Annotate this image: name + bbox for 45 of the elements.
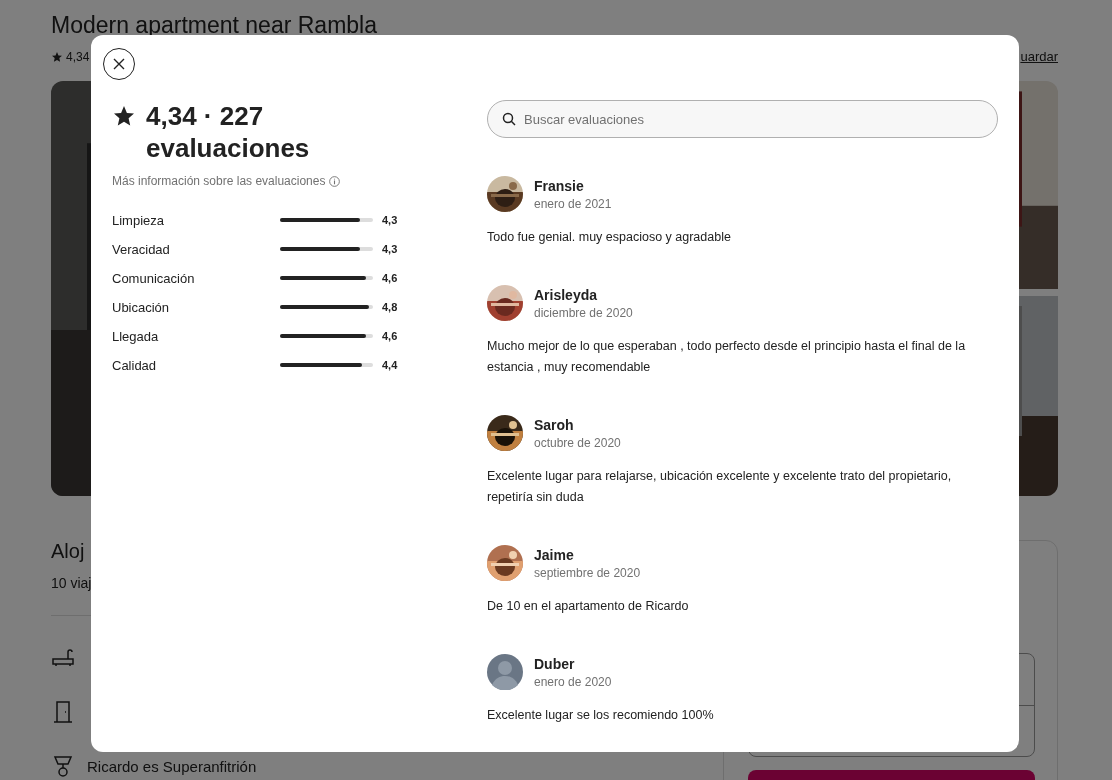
- info-link[interactable]: Más información sobre las evaluaciones: [112, 174, 326, 188]
- reviewer-name: Arisleyda: [534, 286, 599, 303]
- review-date: septiembre de 2020: [534, 565, 641, 580]
- reviewer-name: Jaime: [534, 546, 575, 563]
- star-icon: [51, 50, 63, 63]
- host-text: Ricardo es Superanfitrión: [87, 757, 257, 775]
- search-field[interactable]: Buscar evaluaciones: [487, 100, 998, 138]
- category-score: 4,6: [382, 272, 398, 284]
- info-icon[interactable]: [329, 175, 341, 187]
- review-date: enero de 2020: [534, 674, 612, 689]
- review-text: Excelente lugar se los recomiendo 100%: [487, 707, 715, 724]
- category-label: Veracidad: [112, 241, 171, 257]
- category-score: 4,8: [382, 301, 398, 313]
- close-button[interactable]: [103, 48, 135, 80]
- section-title: Aloj: [51, 540, 85, 563]
- review-date: enero de 2021: [534, 196, 612, 211]
- close-icon[interactable]: [113, 58, 125, 70]
- category-label: Calidad: [112, 357, 158, 373]
- section-subtitle: 10 viaj: [51, 575, 92, 591]
- rating-text: 4,34: [66, 49, 90, 64]
- category-score: 4,3: [382, 214, 398, 226]
- star-icon: [112, 104, 136, 128]
- category-score: 4,6: [382, 330, 398, 342]
- review-text: Excelente lugar para relajarse, ubicación excelente y excelente trato del propietario, repetiría sin duda: [487, 468, 953, 506]
- review-text: De 10 en el apartamento de Ricardo: [487, 598, 690, 615]
- reviewer-name: Saroh: [534, 416, 575, 433]
- category-label: Llegada: [112, 328, 160, 344]
- category-label: Ubicación: [112, 299, 171, 315]
- rating-heading: 4,34 · 227 evaluaciones: [146, 100, 310, 164]
- review-date: octubre de 2020: [534, 435, 621, 450]
- save-link[interactable]: uardar: [1020, 49, 1058, 64]
- reviewer-name: Duber: [534, 655, 576, 672]
- category-score: 4,4: [382, 359, 398, 371]
- category-label: Limpieza: [112, 212, 166, 228]
- door-icon: [51, 700, 75, 724]
- medal-icon: [51, 754, 75, 778]
- avatar-icon: [487, 654, 523, 690]
- review-text: Mucho mejor de lo que esperaban , todo perfecto desde el principio hasta el final de la estancia , muy recomendable: [487, 338, 967, 376]
- reviewer-name: Fransie: [534, 177, 585, 194]
- search-icon: [502, 112, 516, 126]
- category-score: 4,3: [382, 243, 398, 255]
- listing-title: Modern apartment near Rambla: [51, 12, 378, 39]
- category-label: Comunicación: [112, 270, 196, 286]
- review-date: diciembre de 2020: [534, 305, 633, 320]
- review-text: Todo fue genial. muy espacioso y agradable: [487, 229, 732, 246]
